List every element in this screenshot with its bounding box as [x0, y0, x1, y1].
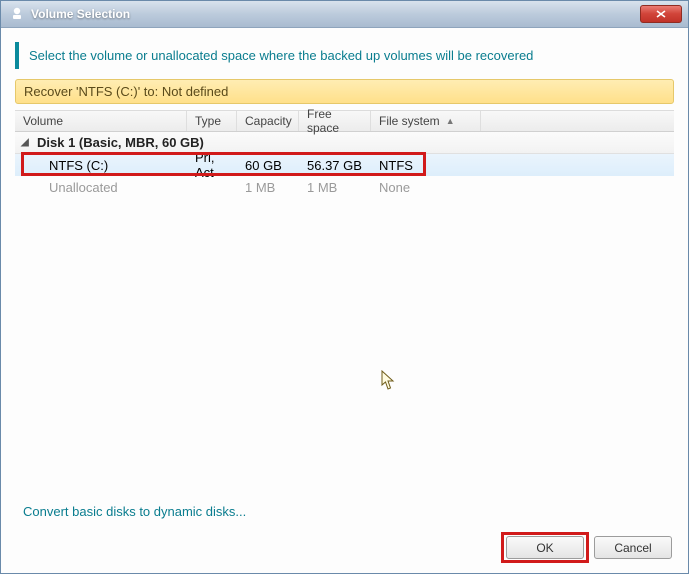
col-filesystem[interactable]: File system ▲ [371, 111, 481, 131]
titlebar[interactable]: Volume Selection [1, 1, 688, 28]
cell-freespace: 56.37 GB [299, 158, 371, 173]
volume-row-ntfs-c[interactable]: NTFS (C:) Pri, Act 60 GB 56.37 GB NTFS [15, 154, 674, 176]
cursor-icon [381, 370, 397, 392]
close-button[interactable] [640, 5, 682, 23]
col-volume[interactable]: Volume [15, 111, 187, 131]
volume-row-unallocated[interactable]: Unallocated 1 MB 1 MB None [15, 176, 674, 198]
collapse-icon[interactable]: ◢ [21, 137, 33, 148]
instruction-bar: Select the volume or unallocated space w… [15, 42, 674, 69]
convert-disks-link[interactable]: Convert basic disks to dynamic disks... [23, 504, 246, 519]
cell-capacity: 1 MB [237, 180, 299, 195]
col-type[interactable]: Type [187, 111, 237, 131]
instruction-text: Select the volume or unallocated space w… [29, 48, 674, 63]
cell-filesystem: None [371, 180, 481, 195]
recover-target-bar: Recover 'NTFS (C:)' to: Not defined [15, 79, 674, 104]
sort-asc-icon: ▲ [446, 116, 455, 126]
col-freespace[interactable]: Free space [299, 111, 371, 131]
cancel-button[interactable]: Cancel [594, 536, 672, 559]
cell-type: Pri, Act [187, 150, 237, 180]
cell-filesystem: NTFS [371, 158, 481, 173]
dialog-window: Volume Selection Select the volume or un… [0, 0, 689, 574]
ok-button[interactable]: OK [506, 536, 584, 559]
disk-label: Disk 1 (Basic, MBR, 60 GB) [37, 135, 204, 150]
cell-volume: Unallocated [15, 180, 187, 195]
table-header: Volume Type Capacity Free space File sys… [15, 110, 674, 132]
col-capacity[interactable]: Capacity [237, 111, 299, 131]
dialog-content: Select the volume or unallocated space w… [1, 28, 688, 573]
dialog-buttons: OK Cancel [506, 536, 672, 559]
cell-capacity: 60 GB [237, 158, 299, 173]
cell-freespace: 1 MB [299, 180, 371, 195]
window-title: Volume Selection [31, 7, 640, 21]
disk-group-row[interactable]: ◢ Disk 1 (Basic, MBR, 60 GB) [15, 132, 674, 154]
cell-volume: NTFS (C:) [15, 158, 187, 173]
table-body: ◢ Disk 1 (Basic, MBR, 60 GB) NTFS (C:) P… [15, 132, 674, 198]
col-filesystem-label: File system [379, 114, 440, 128]
app-icon [9, 6, 25, 22]
